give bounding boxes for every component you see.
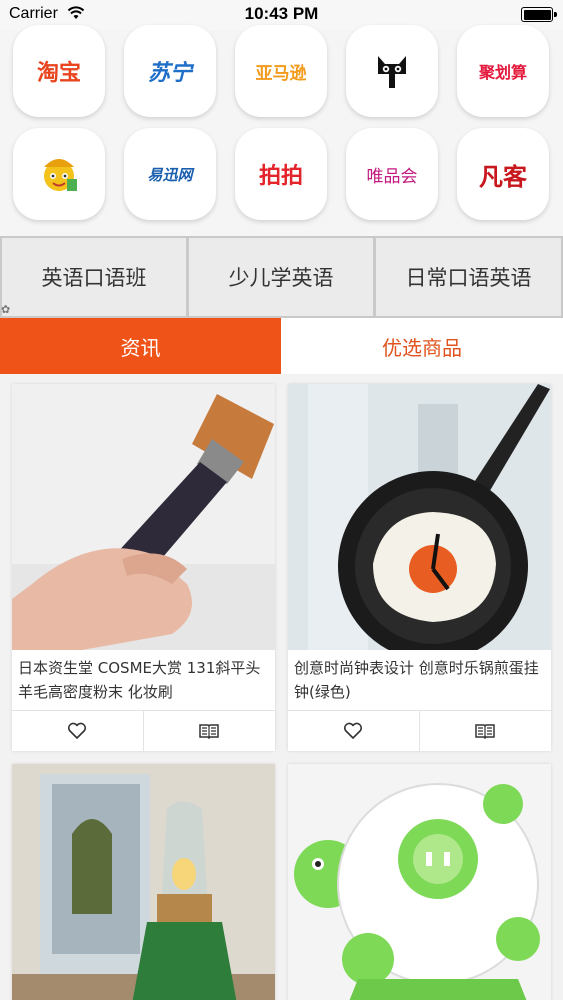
- product-card[interactable]: [12, 764, 275, 1000]
- details-button[interactable]: [144, 711, 276, 751]
- product-title: 创意时尚钟表设计 创意时乐锅煎蛋挂钟(绿色): [294, 659, 539, 701]
- tab-news[interactable]: 资讯: [0, 318, 281, 374]
- favorite-button[interactable]: [288, 711, 420, 751]
- shop-taobao-button[interactable]: 淘宝: [13, 25, 105, 117]
- battery-icon: [521, 7, 557, 22]
- product-actions: [288, 710, 552, 751]
- tab-bar: 资讯 优选商品: [0, 318, 563, 374]
- product-card[interactable]: 日本资生堂 COSME大赏 131斜平头羊毛高密度粉末 化妆刷: [12, 384, 275, 751]
- product-card[interactable]: [288, 764, 551, 1000]
- course-bar: 英语口语班 少儿学英语 日常口语英语: [0, 236, 563, 318]
- details-button[interactable]: [420, 711, 552, 751]
- frying-pan-clock-photo: [288, 384, 551, 650]
- shop-yixun-button[interactable]: 易迅网: [124, 128, 216, 220]
- shop-paipai-button[interactable]: 拍拍: [235, 128, 327, 220]
- product-actions: [12, 710, 276, 751]
- turtle-power-strip-photo: [288, 764, 551, 1000]
- product-card[interactable]: 创意时尚钟表设计 创意时乐锅煎蛋挂钟(绿色): [288, 384, 551, 751]
- yhd-mascot-icon: [44, 159, 77, 191]
- shop-suning-button[interactable]: 苏宁: [124, 25, 216, 117]
- vipshop-logo: 唯品会: [366, 166, 418, 187]
- product-title: 日本资生堂 COSME大赏 131斜平头羊毛高密度粉末 化妆刷: [18, 659, 261, 701]
- heart-icon: [344, 722, 363, 739]
- shop-tmall-button[interactable]: [346, 25, 438, 117]
- amazon-logo: 亚马逊: [255, 63, 307, 84]
- favorite-button[interactable]: [12, 711, 144, 751]
- shop-vancl-button[interactable]: 凡客: [457, 128, 549, 220]
- kerosene-lamp-photo: [12, 764, 275, 1000]
- book-icon: [475, 724, 495, 739]
- heart-icon: [68, 722, 87, 739]
- course-daily-english-button[interactable]: 日常口语英语: [376, 238, 561, 316]
- paipai-logo: 拍拍: [258, 164, 303, 189]
- suning-logo: 苏宁: [147, 61, 192, 86]
- course-spoken-english-button[interactable]: 英语口语班: [2, 238, 186, 316]
- taobao-logo: 淘宝: [36, 61, 81, 86]
- yixun-logo: 易迅网: [147, 165, 193, 184]
- tmall-cat-icon: [378, 56, 406, 88]
- shop-grid: 淘宝 苏宁 亚马逊 聚划算 易迅网 拍拍 唯品会 凡客: [0, 25, 563, 236]
- shop-yhd-button[interactable]: [13, 128, 105, 220]
- shop-amazon-button[interactable]: 亚马逊: [235, 25, 327, 117]
- tab-products[interactable]: 优选商品: [281, 318, 563, 374]
- vancl-logo: 凡客: [479, 162, 527, 191]
- book-icon: [199, 724, 219, 739]
- course-kids-english-button[interactable]: 少儿学英语: [189, 238, 373, 316]
- shop-juhuasuan-button[interactable]: 聚划算: [457, 25, 549, 117]
- shop-vipshop-button[interactable]: 唯品会: [346, 128, 438, 220]
- paw-icon: ✿: [1, 303, 11, 316]
- juhuasuan-logo: 聚划算: [478, 63, 527, 82]
- makeup-brush-photo: [12, 384, 275, 650]
- clock: 10:43 PM: [244, 4, 319, 23]
